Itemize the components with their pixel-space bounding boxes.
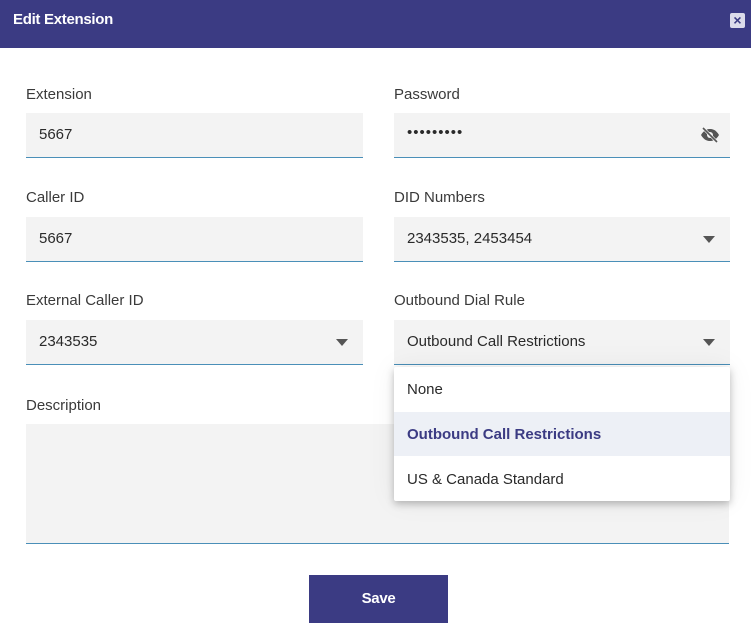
caret-down-icon <box>703 339 715 346</box>
did-numbers-value: 2343535, 2453454 <box>407 230 533 247</box>
outbound-dial-rule-select[interactable]: Outbound Call Restrictions <box>394 320 730 365</box>
did-numbers-select[interactable]: 2343535, 2453454 <box>394 217 730 262</box>
dialog-titlebar: Edit Extension × <box>0 0 751 48</box>
close-button[interactable]: × <box>730 13 745 28</box>
caret-down-icon <box>336 339 348 346</box>
caller-id-label: Caller ID <box>26 189 85 206</box>
external-caller-id-label: External Caller ID <box>26 292 144 309</box>
dialog-title: Edit Extension <box>13 11 113 28</box>
eye-slash-icon[interactable] <box>700 127 720 143</box>
did-numbers-label: DID Numbers <box>394 189 485 206</box>
outbound-dial-rule-dropdown: None Outbound Call Restrictions US & Can… <box>394 367 730 501</box>
dropdown-option-outbound-call-restrictions[interactable]: Outbound Call Restrictions <box>394 412 730 456</box>
extension-label: Extension <box>26 86 92 103</box>
external-caller-id-value: 2343535 <box>39 333 98 350</box>
outbound-dial-rule-label: Outbound Dial Rule <box>394 292 525 309</box>
dropdown-option-us-canada-standard[interactable]: US & Canada Standard <box>394 457 730 501</box>
extension-field[interactable]: 5667 <box>26 113 363 158</box>
description-label: Description <box>26 397 102 414</box>
save-button[interactable]: Save <box>309 575 448 623</box>
caret-down-icon <box>703 236 715 243</box>
password-value: ••••••••• <box>407 124 464 141</box>
external-caller-id-select[interactable]: 2343535 <box>26 320 363 365</box>
password-label: Password <box>394 86 460 103</box>
dropdown-option-none[interactable]: None <box>394 367 730 411</box>
outbound-dial-rule-value: Outbound Call Restrictions <box>407 333 586 350</box>
password-field[interactable]: ••••••••• <box>394 113 730 158</box>
extension-value: 5667 <box>39 126 73 143</box>
caller-id-field[interactable]: 5667 <box>26 217 363 262</box>
caller-id-value: 5667 <box>39 230 73 247</box>
